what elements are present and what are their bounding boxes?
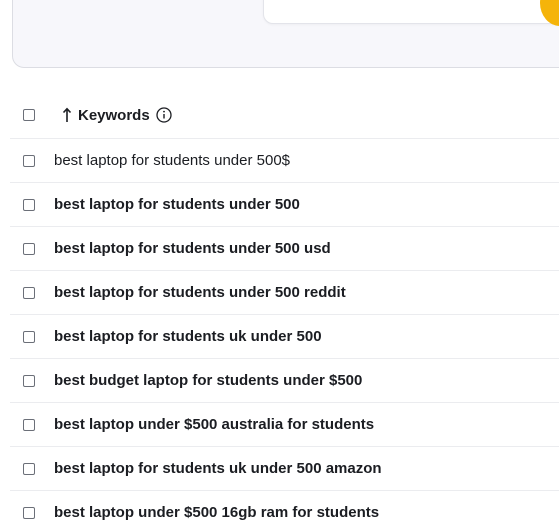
table-row[interactable]: best laptop for students uk under 500 am… bbox=[10, 447, 559, 491]
table-row[interactable]: best budget laptop for students under $5… bbox=[10, 359, 559, 403]
row-checkbox[interactable] bbox=[23, 462, 35, 475]
keyword-text[interactable]: best laptop for students under 500 bbox=[54, 196, 300, 213]
table-row[interactable]: best laptop for students under 500$ bbox=[10, 139, 559, 183]
keyword-text[interactable]: best budget laptop for students under $5… bbox=[54, 372, 362, 389]
table-row[interactable]: best laptop for students under 500 bbox=[10, 183, 559, 227]
table-header: Keywords bbox=[10, 92, 559, 139]
filter-card bbox=[263, 0, 559, 24]
table-row[interactable]: best laptop under $500 16gb ram for stud… bbox=[10, 491, 559, 522]
table-row[interactable]: best laptop for students under 500 reddi… bbox=[10, 271, 559, 315]
row-checkbox[interactable] bbox=[23, 242, 35, 255]
arrow-up-icon[interactable] bbox=[62, 106, 72, 124]
row-checkbox[interactable] bbox=[23, 374, 35, 387]
keywords-header-label: Keywords bbox=[78, 106, 150, 124]
row-checkbox[interactable] bbox=[23, 198, 35, 211]
keyword-results-page: Keywords best laptop for students under … bbox=[0, 0, 559, 522]
table-row[interactable]: best laptop for students uk under 500 bbox=[10, 315, 559, 359]
keyword-text[interactable]: best laptop for students under 500$ bbox=[54, 152, 290, 169]
keyword-text[interactable]: best laptop under $500 australia for stu… bbox=[54, 416, 374, 433]
table-row[interactable]: best laptop for students under 500 usd bbox=[10, 227, 559, 271]
select-all-checkbox[interactable] bbox=[23, 109, 35, 121]
keyword-text[interactable]: best laptop for students under 500 reddi… bbox=[54, 284, 346, 301]
table-row[interactable]: best laptop under $500 australia for stu… bbox=[10, 403, 559, 447]
row-checkbox[interactable] bbox=[23, 286, 35, 299]
keyword-text[interactable]: best laptop under $500 16gb ram for stud… bbox=[54, 504, 379, 521]
row-checkbox[interactable] bbox=[23, 330, 35, 343]
row-checkbox[interactable] bbox=[23, 154, 35, 167]
keyword-text[interactable]: best laptop for students under 500 usd bbox=[54, 240, 331, 257]
keywords-column-header[interactable]: Keywords bbox=[62, 106, 172, 124]
keywords-table: Keywords best laptop for students under … bbox=[10, 92, 559, 522]
keyword-text[interactable]: best laptop for students uk under 500 am… bbox=[54, 460, 382, 477]
keyword-text[interactable]: best laptop for students uk under 500 bbox=[54, 328, 322, 345]
info-icon[interactable] bbox=[156, 107, 172, 123]
filter-panel bbox=[12, 0, 559, 68]
row-checkbox[interactable] bbox=[23, 418, 35, 431]
row-checkbox[interactable] bbox=[23, 506, 35, 519]
